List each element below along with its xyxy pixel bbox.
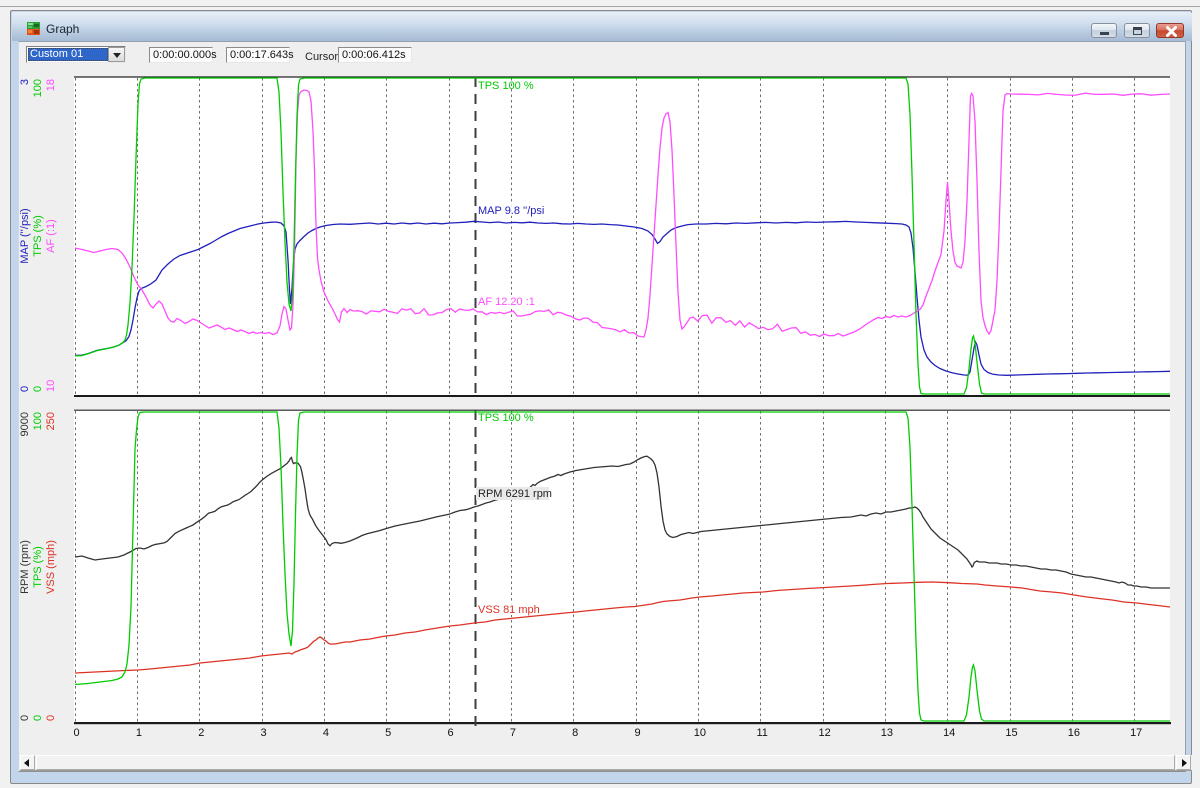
svg-text:10: 10 <box>694 727 706 739</box>
svg-text:RPM (rpm): RPM (rpm) <box>19 540 31 594</box>
svg-text:8: 8 <box>572 727 578 739</box>
svg-text:TPS (%): TPS (%) <box>32 546 44 588</box>
svg-text:16: 16 <box>1068 727 1080 739</box>
svg-text:12: 12 <box>818 727 830 739</box>
svg-text:17: 17 <box>1130 727 1142 739</box>
svg-text:0: 0 <box>32 715 44 721</box>
svg-text:100: 100 <box>32 79 44 97</box>
svg-text:7: 7 <box>510 727 516 739</box>
svg-text:5: 5 <box>385 727 391 739</box>
svg-text:100: 100 <box>32 412 44 430</box>
svg-text:0: 0 <box>74 727 80 739</box>
svg-text:VSS 81 mph: VSS 81 mph <box>478 604 540 616</box>
svg-text:0: 0 <box>45 715 57 721</box>
svg-text:10: 10 <box>45 380 57 392</box>
svg-text:MAP 9.8 ''/psi: MAP 9.8 ''/psi <box>478 205 544 217</box>
svg-text:0: 0 <box>19 386 31 392</box>
svg-text:9: 9 <box>635 727 641 739</box>
svg-text:3: 3 <box>19 79 31 85</box>
svg-text:6: 6 <box>448 727 454 739</box>
svg-text:VSS (mph): VSS (mph) <box>45 540 57 594</box>
svg-text:TPS (%): TPS (%) <box>32 215 44 257</box>
svg-text:TPS 100 %: TPS 100 % <box>478 412 534 424</box>
svg-text:0: 0 <box>32 386 44 392</box>
svg-text:4: 4 <box>323 727 329 739</box>
svg-text:11: 11 <box>756 727 767 739</box>
svg-text:9000: 9000 <box>19 412 31 436</box>
svg-text:RPM 6291 rpm: RPM 6291 rpm <box>478 488 552 500</box>
svg-text:3: 3 <box>261 727 267 739</box>
svg-text:2: 2 <box>198 727 204 739</box>
svg-text:MAP (''/psi): MAP (''/psi) <box>19 208 31 263</box>
svg-text:14: 14 <box>943 727 955 739</box>
svg-text:AF 12.20 :1: AF 12.20 :1 <box>478 296 535 308</box>
svg-text:15: 15 <box>1005 727 1017 739</box>
svg-text:1: 1 <box>136 727 142 739</box>
svg-text:250: 250 <box>45 412 57 430</box>
svg-text:13: 13 <box>881 727 893 739</box>
svg-text:TPS 100 %: TPS 100 % <box>478 80 534 92</box>
svg-text:18: 18 <box>45 79 57 91</box>
svg-text:AF (:1): AF (:1) <box>45 219 57 253</box>
svg-text:0: 0 <box>19 715 31 721</box>
